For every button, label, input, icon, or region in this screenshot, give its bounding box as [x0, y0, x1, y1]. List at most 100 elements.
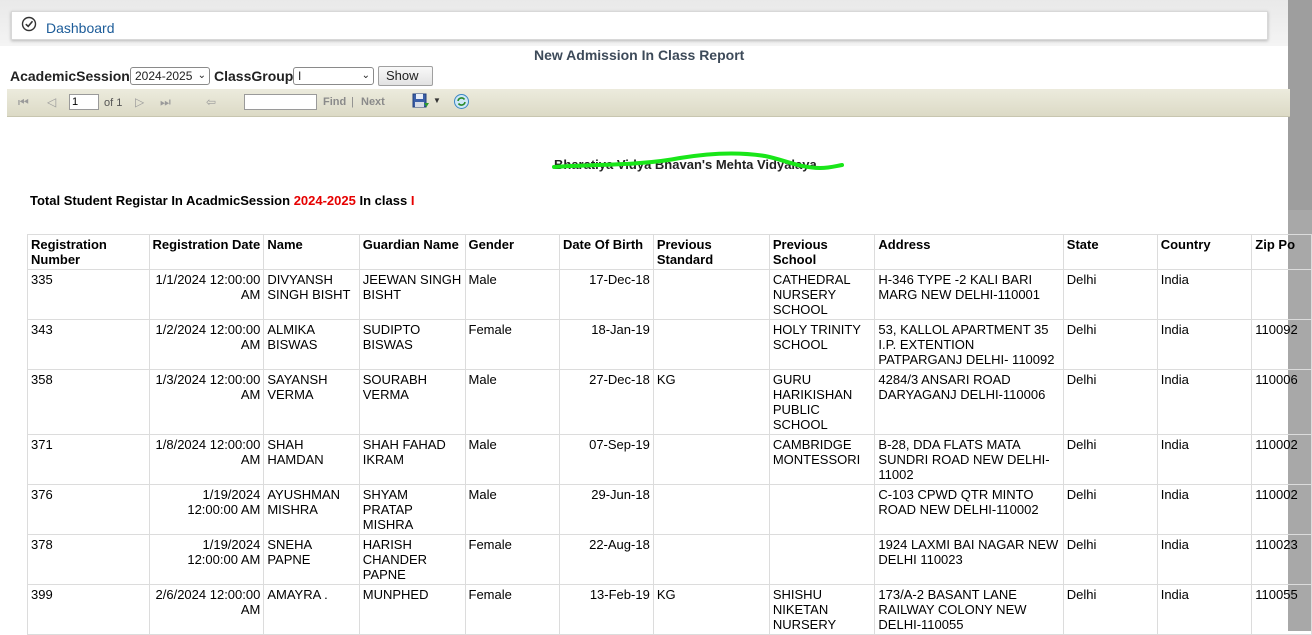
last-page-icon[interactable]: ⏭: [160, 95, 171, 110]
table-cell: [652, 269, 770, 320]
back-icon[interactable]: ⇦: [206, 95, 216, 109]
table-cell: C-103 CPWD QTR MINTO ROAD NEW DELHI-1100…: [874, 484, 1064, 535]
page-number-input[interactable]: [69, 94, 99, 110]
table-cell: SHISHU NIKETAN NURSERY: [768, 584, 876, 635]
refresh-icon[interactable]: [453, 93, 470, 110]
table-cell: 17-Dec-18: [558, 269, 654, 320]
table-cell: JEEWAN SINGH BISHT: [358, 269, 466, 320]
export-dropdown-icon[interactable]: ▼: [433, 96, 441, 105]
table-cell: India: [1156, 534, 1253, 585]
table-cell: 1/19/2024 12:00:00 AM: [148, 484, 265, 535]
table-cell: 27-Dec-18: [558, 369, 654, 435]
column-header: Gender: [464, 234, 560, 270]
table-cell: 07-Sep-19: [558, 434, 654, 485]
table-cell: Delhi: [1062, 269, 1158, 320]
table-cell: 1924 LAXMI BAI NAGAR NEW DELHI 110023: [874, 534, 1064, 585]
table-cell: 376: [27, 484, 150, 535]
summary-class: I: [410, 193, 415, 208]
column-header: Name: [263, 234, 360, 270]
table-cell: 110002: [1251, 484, 1312, 535]
academic-session-label: AcademicSession: [10, 68, 130, 84]
table-cell: 110092: [1251, 319, 1312, 370]
column-header: Previous School: [768, 234, 876, 270]
class-group-select[interactable]: I ⌄: [293, 67, 374, 85]
export-save-icon[interactable]: [412, 93, 430, 110]
table-cell: 1/2/2024 12:00:00 AM: [148, 319, 265, 370]
table-cell: ALMIKA BISWAS: [263, 319, 360, 370]
table-row: 371 1/8/2024 12:00:00 AM SHAH HAMDAN SHAH F…: [27, 434, 1312, 485]
chevron-down-icon: ⌄: [197, 70, 206, 81]
summary-line: Total Student Registar In AcadmicSession…: [30, 193, 415, 208]
table-cell: Female: [464, 584, 560, 635]
table-cell: [1251, 269, 1312, 320]
report-toolbar: ⏮ ◁ of 1 ▷ ⏭ ⇦ Find | Next ▼: [7, 89, 1290, 117]
table-row: 378 1/19/2024 12:00:00 AM SNEHA PAPNE HARIS…: [27, 534, 1312, 585]
dashboard-bar: Dashboard: [11, 11, 1268, 40]
table-cell: 1/8/2024 12:00:00 AM: [148, 434, 265, 485]
table-cell: India: [1156, 269, 1253, 320]
first-page-icon[interactable]: ⏮: [18, 95, 29, 110]
table-cell: Female: [464, 534, 560, 585]
table-cell: 1/3/2024 12:00:00 AM: [148, 369, 265, 435]
table-cell: SUDIPTO BISWAS: [358, 319, 466, 370]
table-cell: 53, KALLOL APARTMENT 35 I.P. EXTENTION P…: [874, 319, 1064, 370]
table-cell: 29-Jun-18: [558, 484, 654, 535]
table-cell: CATHEDRAL NURSERY SCHOOL: [768, 269, 876, 320]
table-cell: 371: [27, 434, 150, 485]
table-cell: Delhi: [1062, 319, 1158, 370]
table-cell: SHYAM PRATAP MISHRA: [358, 484, 466, 535]
table-row: 399 2/6/2024 12:00:00 AM AMAYRA . MUNPHED Fe…: [27, 584, 1312, 635]
table-cell: 335: [27, 269, 150, 320]
dashboard-link[interactable]: Dashboard: [46, 20, 115, 36]
table-cell: Male: [464, 369, 560, 435]
table-cell: B-28, DDA FLATS MATA SUNDRI ROAD NEW DEL…: [874, 434, 1064, 485]
next-page-icon[interactable]: ▷: [135, 95, 144, 109]
table-cell: MUNPHED: [358, 584, 466, 635]
table-cell: India: [1156, 434, 1253, 485]
table-cell: India: [1156, 369, 1253, 435]
table-row: 358 1/3/2024 12:00:00 AM SAYANSH VERMA SOUR…: [27, 369, 1312, 435]
table-cell: 358: [27, 369, 150, 435]
table-cell: [652, 484, 770, 535]
table-cell: Male: [464, 484, 560, 535]
table-cell: India: [1156, 484, 1253, 535]
table-cell: Male: [464, 434, 560, 485]
table-cell: KG: [652, 584, 770, 635]
table-cell: [652, 319, 770, 370]
find-link[interactable]: Find: [323, 96, 346, 108]
show-report-button[interactable]: Show Report: [378, 66, 434, 101]
table-cell: 18-Jan-19: [558, 319, 654, 370]
column-header: Guardian Name: [358, 234, 466, 270]
table-cell: SNEHA PAPNE: [263, 534, 360, 585]
table-cell: Delhi: [1062, 434, 1158, 485]
table-cell: [768, 534, 876, 585]
table-row: 376 1/19/2024 12:00:00 AM AYUSHMAN MISHRA S…: [27, 484, 1312, 535]
table-cell: Delhi: [1062, 484, 1158, 535]
page-count: of 1: [104, 97, 123, 109]
column-header: Registration Date: [148, 234, 265, 270]
table-cell: 110002: [1251, 434, 1312, 485]
column-header: Registration Number: [27, 234, 150, 270]
table-cell: GURU HARIKISHAN PUBLIC SCHOOL: [768, 369, 876, 435]
column-header: Zip Po: [1251, 234, 1312, 270]
table-cell: 399: [27, 584, 150, 635]
summary-session: 2024-2025: [293, 193, 356, 208]
table-cell: 2/6/2024 12:00:00 AM: [148, 584, 265, 635]
table-cell: Delhi: [1062, 369, 1158, 435]
table-cell: 110023: [1251, 534, 1312, 585]
column-header: State: [1062, 234, 1158, 270]
chevron-down-icon: ⌄: [361, 70, 370, 81]
table-cell: [768, 484, 876, 535]
previous-page-icon[interactable]: ◁: [47, 95, 56, 109]
academic-session-select[interactable]: 2024-2025 ⌄: [130, 67, 210, 85]
table-cell: SHAH FAHAD IKRAM: [358, 434, 466, 485]
table-cell: 173/A-2 BASANT LANE RAILWAY COLONY NEW D…: [874, 584, 1064, 635]
table-cell: HOLY TRINITY SCHOOL: [768, 319, 876, 370]
table-cell: HARISH CHANDER PAPNE: [358, 534, 466, 585]
table-cell: 110006: [1251, 369, 1312, 435]
find-input[interactable]: [244, 94, 317, 110]
table-cell: Delhi: [1062, 534, 1158, 585]
table-cell: 378: [27, 534, 150, 585]
table-cell: DIVYANSH SINGH BISHT: [263, 269, 360, 320]
next-link[interactable]: Next: [361, 96, 385, 108]
